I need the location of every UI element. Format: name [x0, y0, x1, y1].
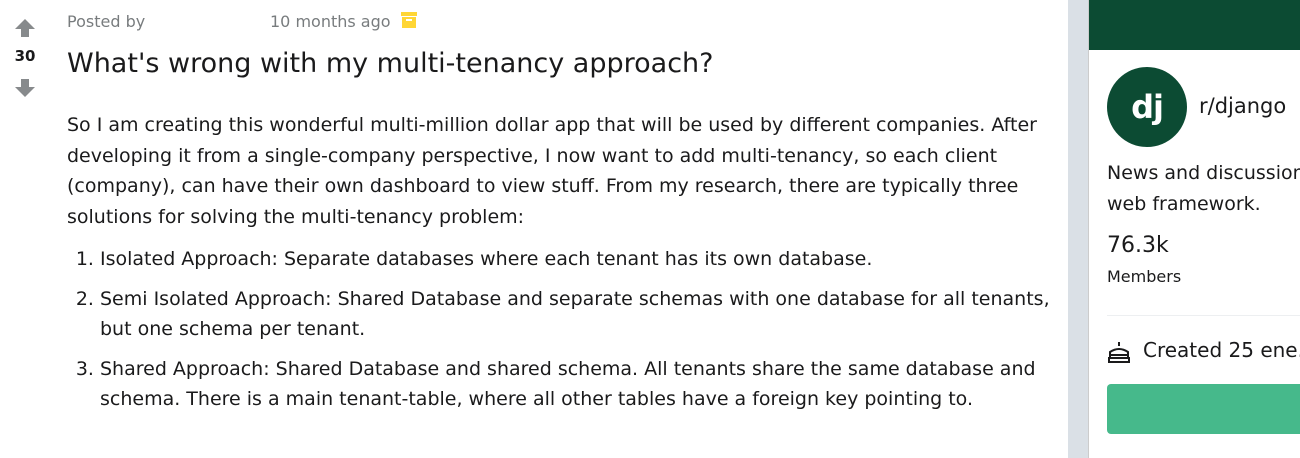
post-meta: Posted by 10 months ago: [67, 12, 417, 31]
post-title[interactable]: What's wrong with my multi-tenancy appro…: [67, 48, 713, 79]
created-date: Created 25 ene.: [1143, 338, 1300, 362]
post-body: So I am creating this wonderful multi-mi…: [67, 110, 1052, 424]
archive-icon: [401, 12, 417, 28]
post-card: 30 Posted by 10 months ago What's wrong …: [0, 0, 1068, 458]
arrow-up-icon[interactable]: [14, 17, 36, 39]
community-sidebar: dj r/django News and discussion web fram…: [1088, 0, 1300, 458]
join-button[interactable]: J: [1107, 384, 1300, 434]
community-description: News and discussion web framework.: [1107, 158, 1300, 220]
cake-icon: [1108, 342, 1130, 363]
description-line: News and discussion: [1107, 162, 1300, 184]
list-item: Isolated Approach: Separate databases wh…: [100, 244, 1052, 275]
post-body-paragraph: So I am creating this wonderful multi-mi…: [67, 114, 1037, 228]
list-item: Semi Isolated Approach: Shared Database …: [100, 284, 1052, 345]
community-avatar[interactable]: dj: [1107, 67, 1187, 147]
divider: [1107, 315, 1300, 316]
description-line: web framework.: [1107, 193, 1261, 215]
subreddit-name[interactable]: r/django: [1199, 94, 1286, 118]
community-banner: [1089, 0, 1300, 50]
vote-score: 30: [14, 47, 36, 65]
post-time[interactable]: 10 months ago: [270, 12, 391, 31]
list-item: Shared Approach: Shared Database and sha…: [100, 354, 1052, 415]
arrow-down-icon[interactable]: [14, 77, 36, 99]
members-label: Members: [1107, 267, 1182, 286]
posted-by-label: Posted by: [67, 12, 146, 31]
members-count: 76.3k: [1107, 233, 1169, 258]
approach-list: Isolated Approach: Separate databases wh…: [67, 244, 1052, 415]
